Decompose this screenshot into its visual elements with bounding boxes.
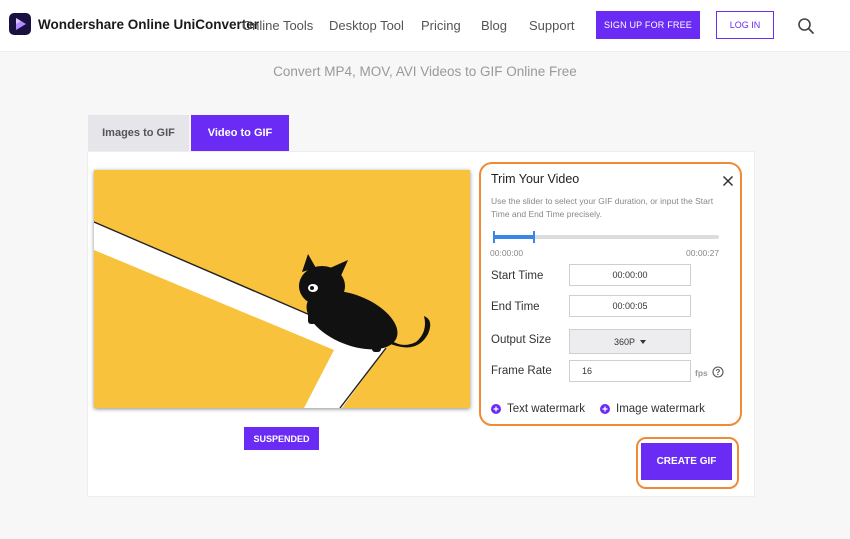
cat-illustration	[94, 221, 431, 408]
duration-slider[interactable]	[493, 231, 719, 243]
start-time-label: Start Time	[491, 270, 544, 282]
slider-selection	[493, 235, 535, 239]
tab-video-to-gif[interactable]: Video to GIF	[191, 115, 289, 151]
nav-desktop-tool[interactable]: Desktop Tool	[329, 18, 404, 33]
suspended-button[interactable]: SUSPENDED	[244, 427, 319, 450]
brand-name[interactable]: Wondershare Online UniConverter	[38, 17, 259, 32]
end-time-label: End Time	[491, 301, 540, 313]
login-button[interactable]: LOG IN	[716, 11, 774, 39]
text-watermark-label: Text watermark	[507, 403, 585, 415]
frame-rate-label: Frame Rate	[491, 365, 552, 377]
caret-down-icon	[640, 339, 647, 344]
frame-rate-input[interactable]	[569, 360, 691, 382]
close-icon[interactable]	[722, 175, 734, 187]
fps-unit: fps	[695, 368, 708, 378]
end-time-input[interactable]	[569, 295, 691, 317]
plus-circle-icon	[600, 404, 610, 414]
slider-end-time: 00:00:27	[686, 248, 720, 258]
trim-description: Use the slider to select your GIF durati…	[491, 196, 714, 219]
nav-pricing[interactable]: Pricing	[421, 18, 461, 33]
create-gif-button[interactable]: CREATE GIF	[641, 443, 732, 480]
search-icon[interactable]	[797, 17, 815, 35]
output-size-label: Output Size	[491, 334, 552, 346]
page-subtitle: Convert MP4, MOV, AVI Videos to GIF Onli…	[273, 64, 577, 79]
slider-start-handle[interactable]	[493, 231, 495, 243]
plus-circle-icon	[491, 404, 501, 414]
image-watermark-button[interactable]: Image watermark	[600, 403, 705, 415]
uniconverter-logo-icon[interactable]	[9, 13, 31, 35]
help-icon[interactable]: ?	[712, 366, 724, 378]
nav-blog[interactable]: Blog	[481, 18, 507, 33]
text-watermark-button[interactable]: Text watermark	[491, 403, 585, 415]
video-preview[interactable]	[94, 170, 470, 408]
tab-images-to-gif[interactable]: Images to GIF	[88, 115, 189, 151]
slider-end-handle[interactable]	[532, 231, 535, 243]
slider-start-time: 00:00:00	[490, 248, 524, 258]
svg-text:?: ?	[716, 368, 721, 377]
output-size-value: 360P	[613, 336, 636, 347]
trim-title: Trim Your Video	[491, 172, 580, 186]
start-time-input[interactable]	[569, 264, 691, 286]
nav-support[interactable]: Support	[529, 18, 575, 33]
nav-online-tools[interactable]: Online Tools	[242, 18, 313, 33]
output-size-select[interactable]: 360P	[569, 329, 691, 354]
site-header: Wondershare Online UniConverter Online T…	[0, 0, 850, 52]
signup-button[interactable]: SIGN UP FOR FREE	[596, 11, 700, 39]
image-watermark-label: Image watermark	[616, 403, 705, 415]
